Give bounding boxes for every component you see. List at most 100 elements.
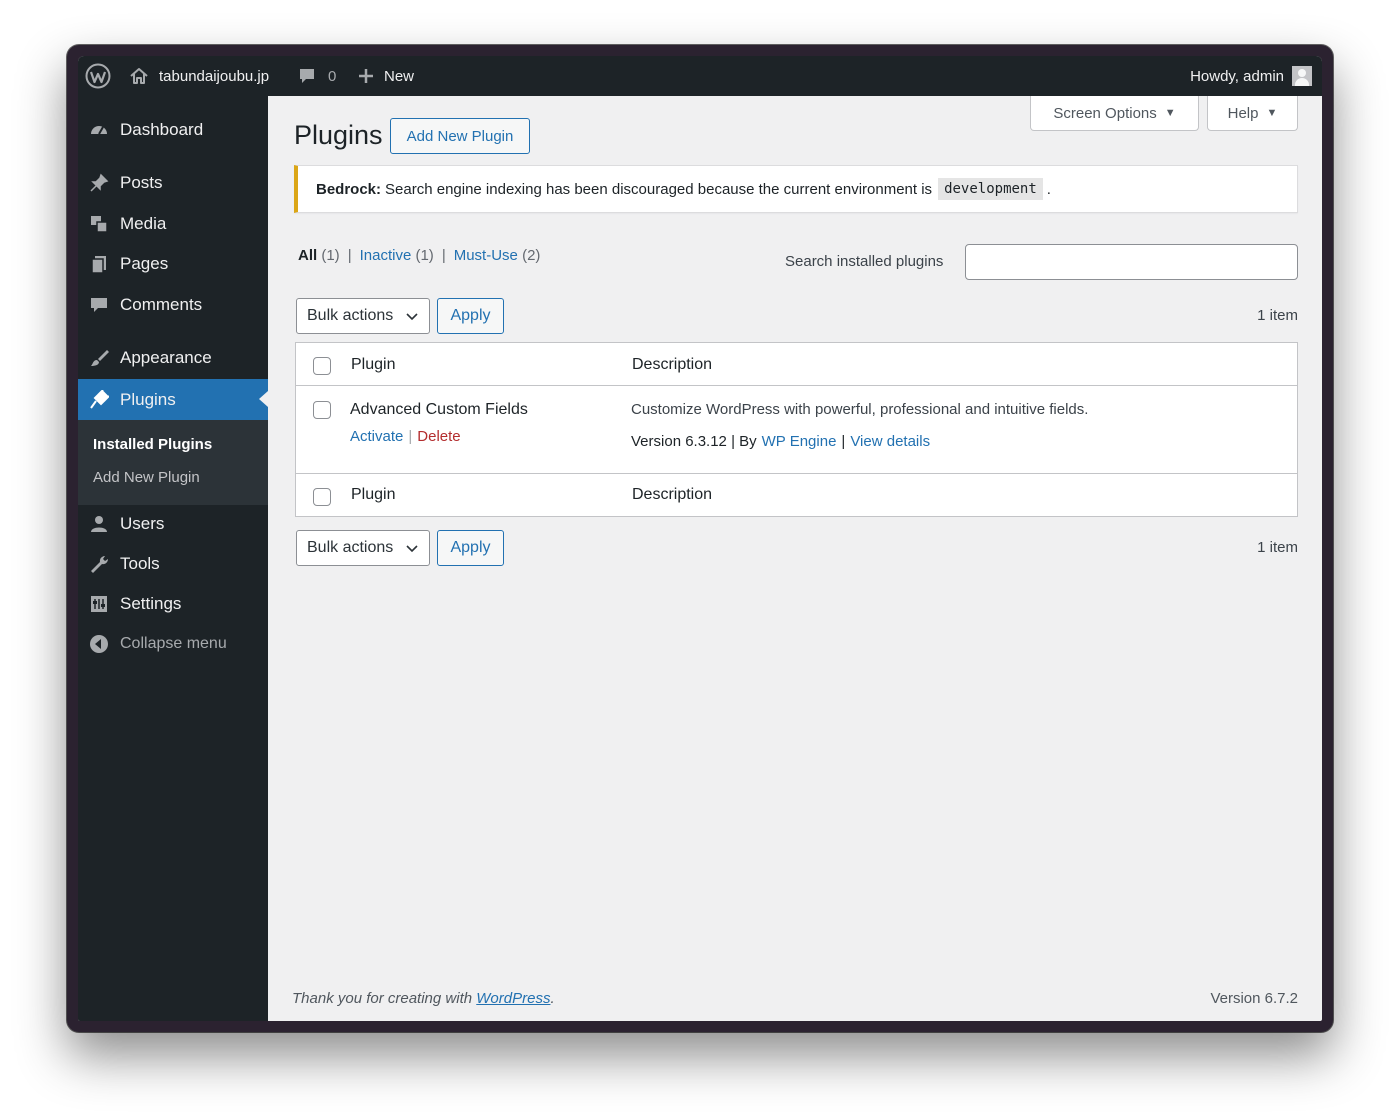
- notice-suffix: .: [1046, 180, 1051, 198]
- wordpress-link[interactable]: WordPress: [476, 990, 550, 1007]
- add-new-plugin-button[interactable]: Add New Plugin: [390, 118, 530, 154]
- plugin-description: Customize WordPress with powerful, profe…: [631, 401, 1089, 418]
- footer-thanks: Thank you for creating with WordPress.: [292, 990, 555, 1007]
- menu-item-users[interactable]: Users: [78, 505, 268, 543]
- comment-bubble-icon: [298, 67, 316, 85]
- search-label: Search installed plugins: [785, 253, 944, 270]
- new-label: New: [384, 67, 415, 85]
- row-actions: Activate | Delete: [350, 428, 461, 445]
- filter-all[interactable]: All (1): [298, 247, 340, 264]
- wordpress-logo-icon[interactable]: [85, 56, 111, 96]
- select-all-checkbox-bottom[interactable]: [313, 488, 331, 506]
- submenu-installed-plugins[interactable]: Installed Plugins: [93, 436, 212, 453]
- menu-label-plugins: Plugins: [120, 389, 176, 409]
- footer-version: Version 6.7.2: [1210, 990, 1298, 1007]
- brush-icon: [78, 348, 120, 368]
- plugins-table: Plugin Description Advanced Custom Field…: [295, 342, 1298, 517]
- comments-count: 0: [328, 67, 337, 85]
- screen-options-button[interactable]: Screen Options ▼: [1030, 96, 1199, 131]
- menu-item-settings[interactable]: Settings: [78, 585, 268, 623]
- menu-label-appearance: Appearance: [120, 348, 212, 367]
- filter-separator: |: [347, 247, 352, 264]
- footer-thanks-text: Thank you for creating with: [292, 990, 473, 1007]
- environment-notice: Bedrock: Search engine indexing has been…: [294, 165, 1298, 213]
- menu-label-pages: Pages: [120, 254, 169, 273]
- item-count-top: 1 item: [1257, 307, 1298, 324]
- caret-down-icon: ▼: [1266, 107, 1278, 119]
- column-header-plugin[interactable]: Plugin: [351, 356, 395, 374]
- dashboard-icon: [78, 120, 120, 140]
- filter-separator: |: [441, 247, 446, 264]
- row-checkbox[interactable]: [313, 401, 331, 419]
- menu-label-users: Users: [120, 514, 165, 533]
- notice-prefix: Bedrock:: [316, 180, 382, 198]
- author-link[interactable]: WP Engine: [762, 433, 837, 450]
- menu-item-posts[interactable]: Posts: [78, 164, 268, 202]
- delete-link[interactable]: Delete: [417, 428, 460, 445]
- admin-bar: tabundaijoubu.jp 0 New Howdy, admin: [78, 56, 1322, 96]
- comments-link[interactable]: 0: [298, 56, 336, 96]
- select-all-checkbox[interactable]: [313, 357, 331, 375]
- apply-button-top[interactable]: Apply: [437, 298, 504, 334]
- apply-button-bottom[interactable]: Apply: [437, 530, 504, 566]
- menu-item-pages[interactable]: Pages: [78, 245, 268, 283]
- menu-item-comments[interactable]: Comments: [78, 286, 268, 324]
- help-button[interactable]: Help ▼: [1207, 96, 1298, 131]
- filter-must-use[interactable]: Must-Use (2): [454, 247, 541, 264]
- wp-admin-screen: tabundaijoubu.jp 0 New Howdy, admin Dash…: [78, 56, 1322, 1021]
- action-separator: |: [408, 428, 413, 445]
- new-content-link[interactable]: New: [358, 56, 414, 96]
- bulk-actions-select-top[interactable]: Bulk actions: [296, 298, 430, 334]
- bulk-actions-label: Bulk actions: [307, 307, 394, 324]
- column-header-description: Description: [632, 356, 713, 373]
- menu-item-plugins[interactable]: Plugins: [78, 379, 268, 420]
- home-icon: [129, 66, 149, 86]
- help-label: Help: [1227, 104, 1259, 122]
- account-menu[interactable]: Howdy, admin: [1190, 56, 1312, 96]
- chevron-down-icon: [405, 541, 419, 560]
- media-icon: [78, 214, 120, 234]
- notice-environment-code: development: [938, 178, 1043, 200]
- view-details-link[interactable]: View details: [850, 433, 930, 450]
- column-footer-plugin[interactable]: Plugin: [351, 486, 395, 504]
- settings-icon: [78, 594, 120, 614]
- howdy-label: Howdy, admin: [1190, 67, 1284, 85]
- menu-item-media[interactable]: Media: [78, 205, 268, 243]
- activate-link[interactable]: Activate: [350, 428, 403, 445]
- submenu-add-new-plugin[interactable]: Add New Plugin: [93, 469, 200, 486]
- table-footer: Plugin Description: [296, 473, 1297, 516]
- plugin-meta: Version 6.3.12 | By WP Engine | View det…: [631, 433, 930, 450]
- menu-label-posts: Posts: [120, 173, 163, 192]
- plugin-status-filters: All (1) | Inactive (1) | Must-Use (2): [298, 247, 540, 264]
- table-header: Plugin Description: [296, 343, 1297, 386]
- plus-icon: [358, 68, 374, 84]
- bulk-actions-select-bottom[interactable]: Bulk actions: [296, 530, 430, 566]
- filter-inactive[interactable]: Inactive (1): [360, 247, 434, 264]
- user-icon: [78, 514, 120, 534]
- meta-separator: |: [841, 433, 846, 450]
- menu-item-tools[interactable]: Tools: [78, 545, 268, 583]
- bulk-actions-label: Bulk actions: [307, 539, 394, 556]
- menu-label-comments: Comments: [120, 295, 203, 314]
- site-name-label: tabundaijoubu.jp: [159, 67, 270, 85]
- menu-label-media: Media: [120, 214, 167, 233]
- menu-label-dashboard: Dashboard: [120, 120, 204, 139]
- collapse-menu-button[interactable]: Collapse menu: [78, 625, 268, 663]
- wrench-icon: [78, 554, 120, 574]
- screen-options-label: Screen Options: [1053, 104, 1157, 122]
- caret-down-icon: ▼: [1164, 107, 1176, 119]
- menu-item-dashboard[interactable]: Dashboard: [78, 111, 268, 149]
- collapse-icon: [78, 634, 120, 654]
- notice-text: Search engine indexing has been discoura…: [385, 180, 933, 198]
- menu-label-tools: Tools: [120, 554, 160, 573]
- menu-item-appearance[interactable]: Appearance: [78, 339, 268, 377]
- page-title: Plugins: [294, 120, 383, 150]
- admin-menu: Dashboard Posts Media Pages Comments App…: [78, 96, 268, 1021]
- site-name-link[interactable]: tabundaijoubu.jp: [129, 56, 269, 96]
- main-content: Screen Options ▼ Help ▼ Plugins Add New …: [268, 96, 1322, 1021]
- footer-thanks-suffix: .: [550, 990, 555, 1007]
- plugin-icon: [78, 389, 120, 410]
- plugins-submenu: Installed Plugins Add New Plugin: [78, 420, 268, 505]
- plugin-name: Advanced Custom Fields: [350, 401, 528, 418]
- search-input[interactable]: [965, 244, 1298, 280]
